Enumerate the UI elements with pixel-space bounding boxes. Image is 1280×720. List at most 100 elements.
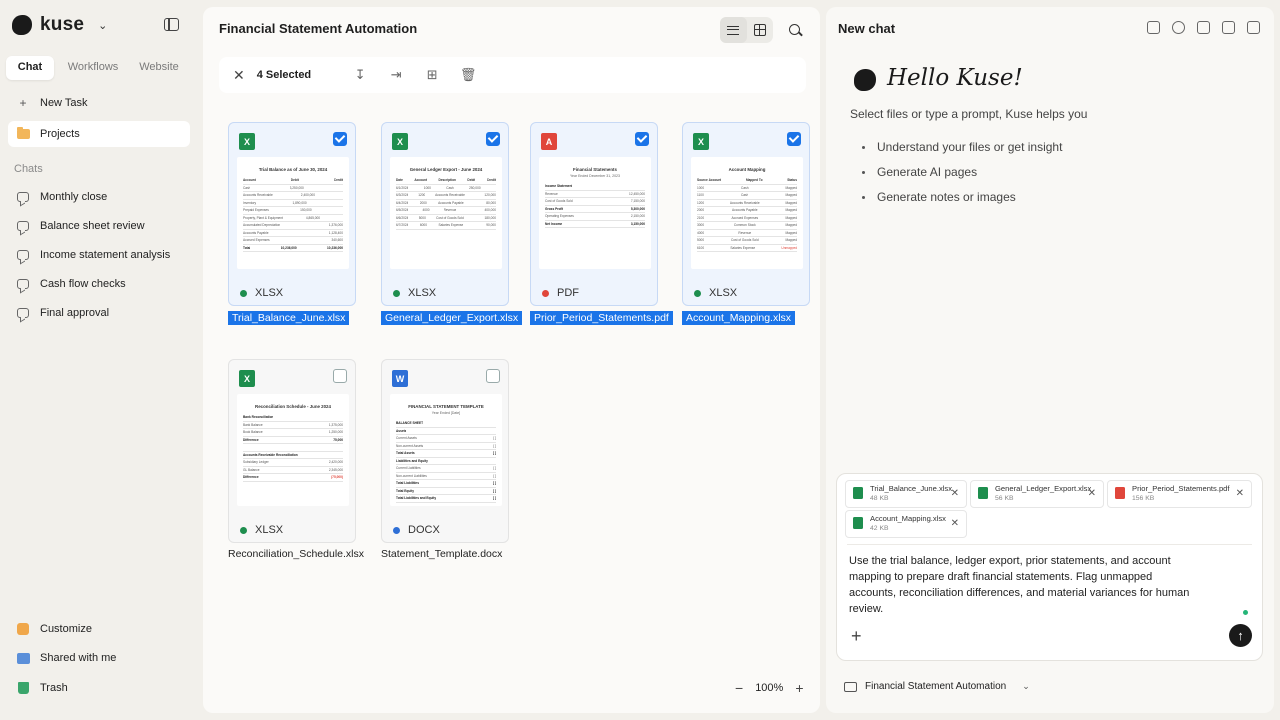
clear-selection-icon[interactable]: ✕ [233,67,245,84]
chat-title: New chat [838,21,896,36]
zoom-out-button[interactable]: − [735,680,743,696]
pdf-file-icon [1115,487,1125,499]
docx-file-icon: W [392,370,408,387]
tab-chat[interactable]: Chat [6,56,54,80]
prompt-input[interactable]: Use the trial balance, ledger export, pr… [849,553,1199,617]
select-checkbox[interactable] [333,369,347,383]
file-card[interactable]: X General Ledger Export - June 2024 Date Ac… [381,122,509,306]
file-type: XLSX [393,287,436,299]
remove-attachment-icon[interactable]: ✕ [1236,488,1244,499]
workspace-switcher[interactable]: kuse ⌄ [12,14,107,36]
view-toggle [720,17,773,43]
project-context-selector[interactable]: Financial Statement Automation ⌄ [844,681,1030,692]
zoom-in-button[interactable]: + [795,680,803,696]
sidebar: kuse ⌄ Chat Workflows Website + New Task… [0,0,200,720]
sidebar-item-shared[interactable]: Shared with me [8,645,190,671]
file-name[interactable]: Account_Mapping.xlsx [682,311,796,325]
chat-item-label: Balance sheet review [40,220,145,232]
sidebar-toggle-icon[interactable] [164,18,179,31]
brand-name: kuse [40,14,85,35]
preview-row: Account Debit Credit [243,177,343,185]
chat-toolbar [1147,21,1260,34]
file-type-dot [542,289,549,297]
tab-website[interactable]: Website [126,56,192,80]
file-card[interactable]: A Financial Statements Year Ended December… [530,122,658,306]
select-checkbox[interactable] [787,132,801,146]
preview-row: Income Statement [545,183,645,191]
preview-title: FINANCIAL STATEMENT TEMPLATE [408,404,484,409]
file-name[interactable]: General_Ledger_Export.xlsx [381,311,523,325]
file-name[interactable]: Statement_Template.docx [381,548,502,560]
sidebar-item-projects[interactable]: Projects [8,121,190,147]
remove-attachment-icon[interactable]: ✕ [951,488,959,499]
chat-composer: Trial_Balance_June.xlsx 48 KB ✕ General_… [836,473,1263,661]
select-checkbox[interactable] [635,132,649,146]
composer-divider [847,544,1252,545]
file-card[interactable]: W FINANCIAL STATEMENT TEMPLATE Year Ended … [381,359,509,543]
document-icon[interactable] [1197,21,1210,34]
file-card[interactable]: X Trial Balance as of June 30, 2024 Accoun… [228,122,356,306]
chat-item-cash-flow-checks[interactable]: Cash flow checks [8,271,190,297]
panel-toggle-icon[interactable] [1247,21,1260,34]
greeting: Hello Kuse! [887,65,1023,91]
select-checkbox[interactable] [333,132,347,146]
preview-row: Non-current Assets[ ] [396,443,496,450]
tab-workflows[interactable]: Workflows [60,56,126,80]
chat-item-monthly-close[interactable]: Monthly close [8,184,190,210]
folder-icon[interactable] [1222,21,1235,34]
download-icon[interactable]: ↧ [353,67,367,82]
chat-item-final-approval[interactable]: Final approval [8,300,190,326]
list-view-button[interactable] [720,17,747,43]
folder-icon [844,681,857,692]
file-name[interactable]: Reconciliation_Schedule.xlsx [228,548,364,560]
sidebar-item-trash[interactable]: Trash [8,675,190,701]
preview-row: Prepaid Expenses 150,000 [243,207,343,215]
preview-row: Property, Plant & Equipment 4,865,000 [243,215,343,222]
preview-row: 4000 Revenue Mapped [697,230,797,237]
selection-action-bar: ✕ 4 Selected ↧ ⇥ ⊞ 🗑 [219,57,806,93]
preview-row: Source Account Mapped To Status [697,177,797,185]
chat-panel: New chat Hello Kuse! Select files or typ… [826,7,1274,713]
grid-view-button[interactable] [747,17,774,43]
file-name[interactable]: Prior_Period_Statements.pdf [530,311,673,325]
chat-item-balance-sheet-review[interactable]: Balance sheet review [8,213,190,239]
file-card[interactable]: X Account Mapping Source Account Mapped To S… [682,122,810,306]
history-icon[interactable] [1172,21,1185,34]
mode-tabs: Chat Workflows Website [6,56,192,80]
new-folder-icon[interactable]: ⊞ [425,67,439,82]
preview-row: Cost of Goods Sold 7,150,000 [545,198,645,206]
xlsx-file-icon: X [239,370,255,387]
new-task-button[interactable]: + New Task [8,90,190,116]
remove-attachment-icon[interactable]: ✕ [1088,488,1096,499]
preview-row: Total 10,236,000 10,236,000 [243,245,343,252]
file-type-dot [694,289,701,297]
zoom-level: 100% [755,682,784,694]
preview-row: Cash 3,250,000 [243,185,343,192]
pdf-file-icon: A [541,133,557,150]
add-attachment-button[interactable]: + [851,626,862,647]
attachment-chip: General_Ledger_Export.xlsx 56 KB ✕ [970,480,1104,508]
sidebar-item-customize[interactable]: Customize [8,616,190,642]
files-panel: Financial Statement Automation ✕ 4 Selec… [203,7,820,713]
send-button[interactable]: ↑ [1229,624,1252,647]
delete-icon[interactable]: 🗑 [460,67,477,82]
chat-item-label: Final approval [40,307,110,319]
search-icon[interactable] [789,24,800,35]
remove-attachment-icon[interactable]: ✕ [951,518,959,529]
file-name[interactable]: Trial_Balance_June.xlsx [228,311,350,325]
select-checkbox[interactable] [486,132,500,146]
preview-row: Difference (75,000) [243,474,343,482]
file-type-dot [393,526,400,534]
capability-item: Generate notes or images [862,190,1062,204]
chat-bubble-icon [17,250,29,260]
attachment-size: 156 KB [1132,495,1155,502]
preview-title: Trial Balance as of June 30, 2024 [258,167,328,172]
new-chat-icon[interactable] [1147,21,1160,34]
select-checkbox[interactable] [486,369,500,383]
preview-subtitle: Year Ended December 31, 2023 [570,174,620,178]
preview-row: Total Liabilities and Equity[ ] [396,495,496,503]
attachment-chip: Prior_Period_Statements.pdf 156 KB ✕ [1107,480,1252,508]
chat-item-income-statement-analysis[interactable]: Income statement analysis [8,242,190,268]
file-card[interactable]: X Reconciliation Schedule - June 2024 Bank… [228,359,356,543]
move-to-folder-icon[interactable]: ⇥ [389,67,403,82]
